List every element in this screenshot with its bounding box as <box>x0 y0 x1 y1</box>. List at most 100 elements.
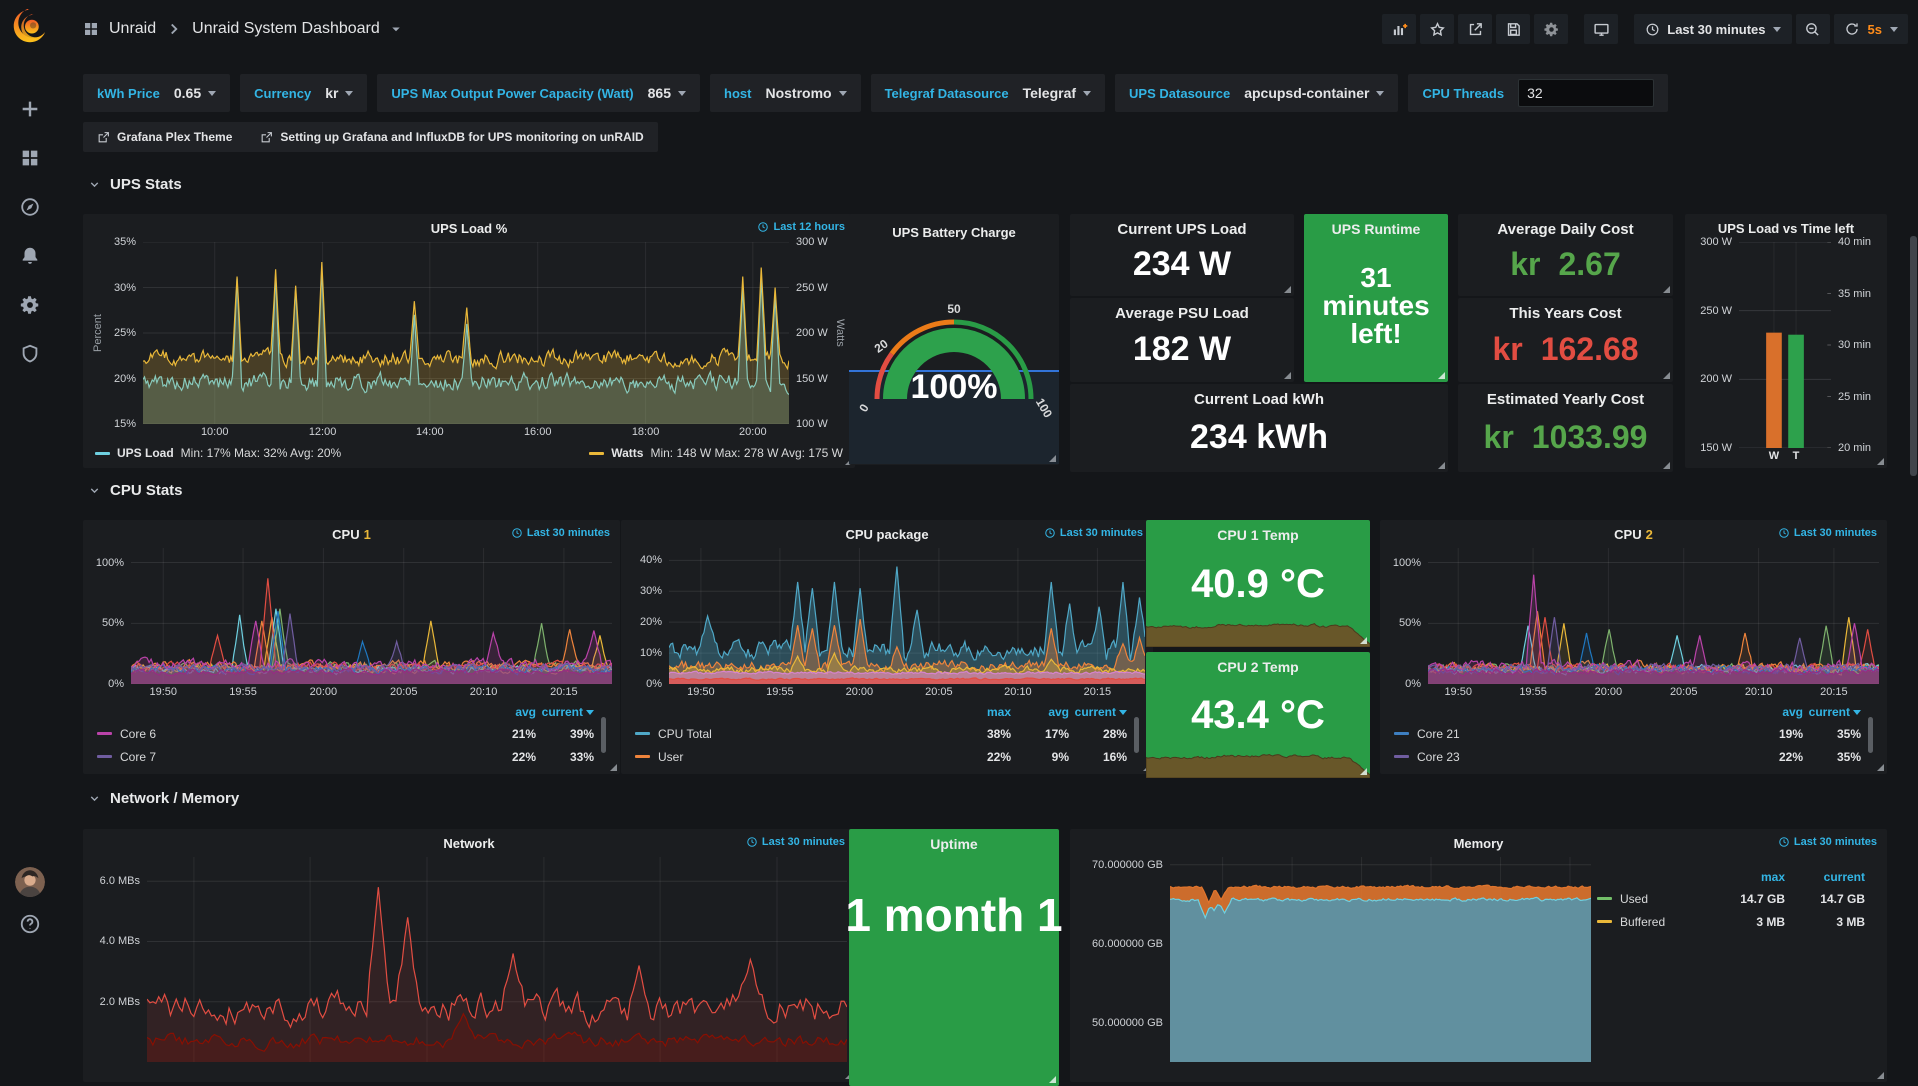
ups-bar-chart[interactable]: 300 W250 W200 W150 W40 min35 min30 min25… <box>1693 242 1879 448</box>
legend-sort-header[interactable]: max <box>1705 870 1785 884</box>
legend-row: Buffered3 MB3 MB <box>1597 910 1865 933</box>
save-dashboard-button[interactable] <box>1496 14 1530 44</box>
refresh-picker[interactable]: 5s <box>1834 14 1908 44</box>
legend-sort-header[interactable]: current <box>1785 870 1865 884</box>
server-admin-icon[interactable] <box>19 343 41 365</box>
zoom-out-icon <box>1804 21 1821 38</box>
cpu-package-chart[interactable]: 40%30%20%10%0% <box>629 548 1145 684</box>
legend-series[interactable]: Core 7 <box>97 750 478 764</box>
variable-telegraf-datasource[interactable]: Telegraf Datasource Telegraf <box>871 74 1105 112</box>
panel-time-link[interactable]: Last 30 minutes <box>511 527 610 539</box>
dashboards-icon[interactable] <box>19 147 41 169</box>
variable-host[interactable]: hostNostromo <box>710 74 861 112</box>
battery-gauge[interactable]: 02050100100% <box>849 242 1059 465</box>
panel-time-link[interactable]: Last 12 hours <box>757 221 845 233</box>
dashboard-settings-button[interactable] <box>1534 14 1568 44</box>
variable-ups-max-output-power-capacity-watt-[interactable]: UPS Max Output Power Capacity (Watt)865 <box>377 74 700 112</box>
legend-series[interactable]: Core 6 <box>97 727 478 741</box>
network-chart[interactable]: 6.0 MBs4.0 MBs2.0 MBs <box>91 857 847 1062</box>
section-cpu-stats[interactable]: CPU Stats <box>88 482 183 499</box>
legend-series[interactable]: Core 23 <box>1394 750 1745 764</box>
breadcrumb-dashboard-title[interactable]: Unraid System Dashboard <box>192 20 380 38</box>
svg-text:50: 50 <box>947 302 961 316</box>
legend-sort-header[interactable]: avg <box>478 705 536 719</box>
panel-current-ups-load: Current UPS Load 234 W <box>1070 214 1294 296</box>
variable-ups-datasource[interactable]: UPS Datasource apcupsd-container <box>1115 74 1398 112</box>
panel-time-link[interactable]: Last 30 minutes <box>746 836 845 848</box>
legend-sort-header[interactable]: current <box>1803 705 1861 719</box>
legend-sort-header[interactable]: avg <box>1745 705 1803 719</box>
panel-title: Network <box>443 836 494 851</box>
legend-swatch-icon <box>95 452 110 455</box>
legend-series[interactable]: UPS LoadMin: 17% Max: 32% Avg: 20% <box>95 446 341 460</box>
dashboard-link[interactable]: Setting up Grafana and InfluxDB for UPS … <box>260 130 643 144</box>
cpu1-chart[interactable]: 100%50%0% <box>91 548 612 684</box>
chart-legend: UPS LoadMin: 17% Max: 32% Avg: 20% WattsM… <box>91 441 847 465</box>
panel-ups-battery-charge: UPS Battery Charge 02050100100% <box>849 214 1059 465</box>
legend-series[interactable]: WattsMin: 148 W Max: 278 W Avg: 175 W <box>589 446 843 460</box>
legend-series[interactable]: Buffered <box>1597 915 1705 929</box>
panel-cpu1: CPU1 Last 30 minutes 100%50%0% 19:5019:5… <box>83 520 620 774</box>
legend-sort-header[interactable]: current <box>1069 705 1127 719</box>
legend-scrollbar[interactable] <box>1868 717 1873 753</box>
cpu2-chart[interactable]: 100%50%0% <box>1388 548 1879 684</box>
star-dashboard-button[interactable] <box>1420 14 1454 44</box>
variable-label: Telegraf Datasource <box>885 86 1009 101</box>
variable-value[interactable]: 0.65 <box>174 85 216 101</box>
dashboard-link[interactable]: Grafana Plex Theme <box>97 130 232 144</box>
panel-title: UPS Load % <box>431 221 508 236</box>
cycle-view-button[interactable] <box>1584 14 1618 44</box>
variable-currency[interactable]: Currencykr <box>240 74 367 112</box>
chart-legend: avgcurrentCore 2119%35%Core 2322%35% <box>1388 701 1879 771</box>
variable-cpu-threads[interactable]: CPU Threads <box>1408 74 1668 112</box>
section-title: Network / Memory <box>110 790 239 807</box>
ups-load-chart[interactable]: Percent35%30%25%20%15%300 W250 W200 W150… <box>91 242 847 424</box>
breadcrumb-app[interactable]: Unraid <box>109 20 156 38</box>
legend-series[interactable]: Used <box>1597 892 1705 906</box>
variable-kwh-price[interactable]: kWh Price 0.65 <box>83 74 230 112</box>
time-range-picker[interactable]: Last 30 minutes <box>1634 14 1791 44</box>
variable-label: kWh Price <box>97 86 160 101</box>
svg-text:20: 20 <box>872 336 891 355</box>
section-network-memory[interactable]: Network / Memory <box>88 790 239 807</box>
memory-chart[interactable]: 70.000000 GB60.000000 GB50.000000 GB <box>1078 857 1591 1062</box>
legend-scrollbar[interactable] <box>1134 717 1139 753</box>
variable-value[interactable]: Nostromo <box>765 85 846 101</box>
add-panel-button[interactable] <box>1382 14 1416 44</box>
panel-time-link[interactable]: Last 30 minutes <box>1778 836 1877 848</box>
section-ups-stats[interactable]: UPS Stats <box>88 176 182 193</box>
variable-value[interactable]: Telegraf <box>1023 85 1091 101</box>
legend-swatch-icon <box>1394 732 1409 735</box>
variable-value[interactable]: apcupsd-container <box>1244 85 1384 101</box>
panel-time-link[interactable]: Last 30 minutes <box>1044 527 1143 539</box>
legend-sort-header[interactable]: max <box>953 705 1011 719</box>
panel-time-link[interactable]: Last 30 minutes <box>1778 527 1877 539</box>
legend-sort-header[interactable]: avg <box>1011 705 1069 719</box>
explore-icon[interactable] <box>19 196 41 218</box>
clock-icon <box>746 836 758 848</box>
help-icon[interactable] <box>19 913 41 935</box>
legend-scrollbar[interactable] <box>601 717 606 753</box>
legend-series[interactable]: CPU Total <box>635 727 953 741</box>
variable-input[interactable] <box>1518 79 1654 107</box>
dashboard-caret-icon[interactable] <box>387 20 405 38</box>
legend-sort-header[interactable]: current <box>536 705 594 719</box>
zoom-out-button[interactable] <box>1796 14 1830 44</box>
configuration-icon[interactable] <box>19 294 41 316</box>
star-icon <box>1429 21 1446 38</box>
dashboard-grid-icon[interactable] <box>82 20 100 38</box>
user-avatar[interactable] <box>15 867 45 897</box>
monitor-icon <box>1593 21 1610 38</box>
page-scrollbar[interactable] <box>1910 236 1917 476</box>
variable-value[interactable]: kr <box>325 85 353 101</box>
legend-series[interactable]: User <box>635 750 953 764</box>
dropdown-caret-icon <box>678 91 686 96</box>
legend-series[interactable]: Core 21 <box>1394 727 1745 741</box>
alerting-icon[interactable] <box>19 245 41 267</box>
grafana-logo-icon[interactable] <box>10 6 50 46</box>
variable-value[interactable]: 865 <box>648 85 686 101</box>
variable-label: UPS Datasource <box>1129 86 1230 101</box>
stat-title: CPU 2 Temp <box>1217 659 1298 675</box>
create-icon[interactable] <box>19 98 41 120</box>
share-dashboard-button[interactable] <box>1458 14 1492 44</box>
